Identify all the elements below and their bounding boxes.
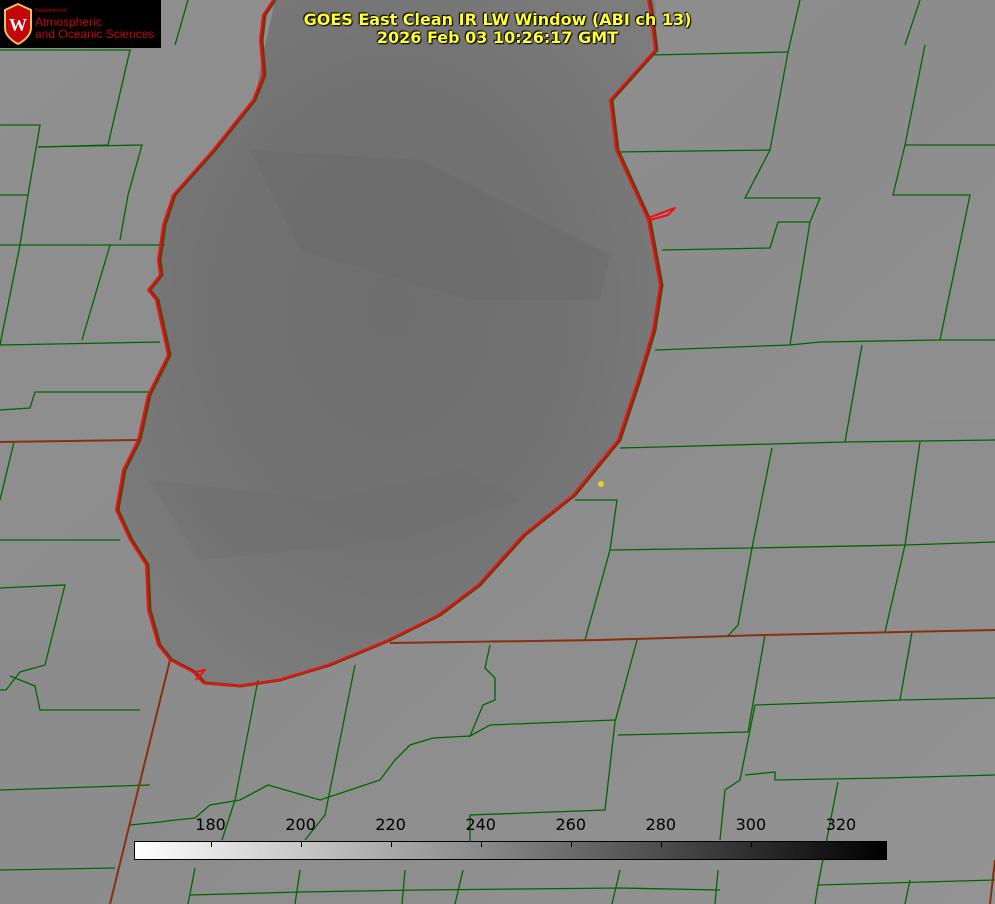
colorbar bbox=[134, 841, 887, 860]
uw-aos-logo: W Department of Atmospheric and Oceanic … bbox=[0, 0, 161, 48]
colorbar-tick-label: 260 bbox=[555, 815, 587, 834]
colorbar-tick-mark bbox=[660, 841, 662, 847]
colorbar-tick-mark bbox=[570, 841, 572, 847]
colorbar-tick-label: 320 bbox=[825, 815, 857, 834]
logo-department: Department of bbox=[35, 8, 67, 14]
colorbar-tick-mark bbox=[390, 841, 392, 847]
colorbar-tick-mark bbox=[210, 841, 212, 847]
colorbar-tick-mark bbox=[300, 841, 302, 847]
colorbar-tick-label: 300 bbox=[735, 815, 767, 834]
colorbar-tick-label: 280 bbox=[645, 815, 677, 834]
colorbar-tick-mark bbox=[750, 841, 752, 847]
colorbar-tick-mark bbox=[480, 841, 482, 847]
colorbar-tick-label: 180 bbox=[195, 815, 226, 834]
colorbar-tick-label: 200 bbox=[285, 815, 316, 834]
colorbar-tick-label: 240 bbox=[465, 815, 496, 834]
title-timestamp: 2026 Feb 03 10:26:17 GMT bbox=[376, 28, 619, 47]
logo-line2: and Oceanic Sciences bbox=[35, 27, 155, 41]
site-marker bbox=[598, 481, 604, 487]
svg-text:W: W bbox=[9, 15, 27, 35]
colorbar-tick-mark bbox=[840, 841, 842, 847]
uw-crest-icon: W bbox=[4, 2, 32, 46]
satellite-image bbox=[0, 0, 995, 904]
colorbar-tick-label: 220 bbox=[375, 815, 406, 834]
title-product: GOES East Clean IR LW Window (ABI ch 13) bbox=[303, 10, 692, 29]
image-title: GOES East Clean IR LW Window (ABI ch 13)… bbox=[260, 11, 735, 47]
